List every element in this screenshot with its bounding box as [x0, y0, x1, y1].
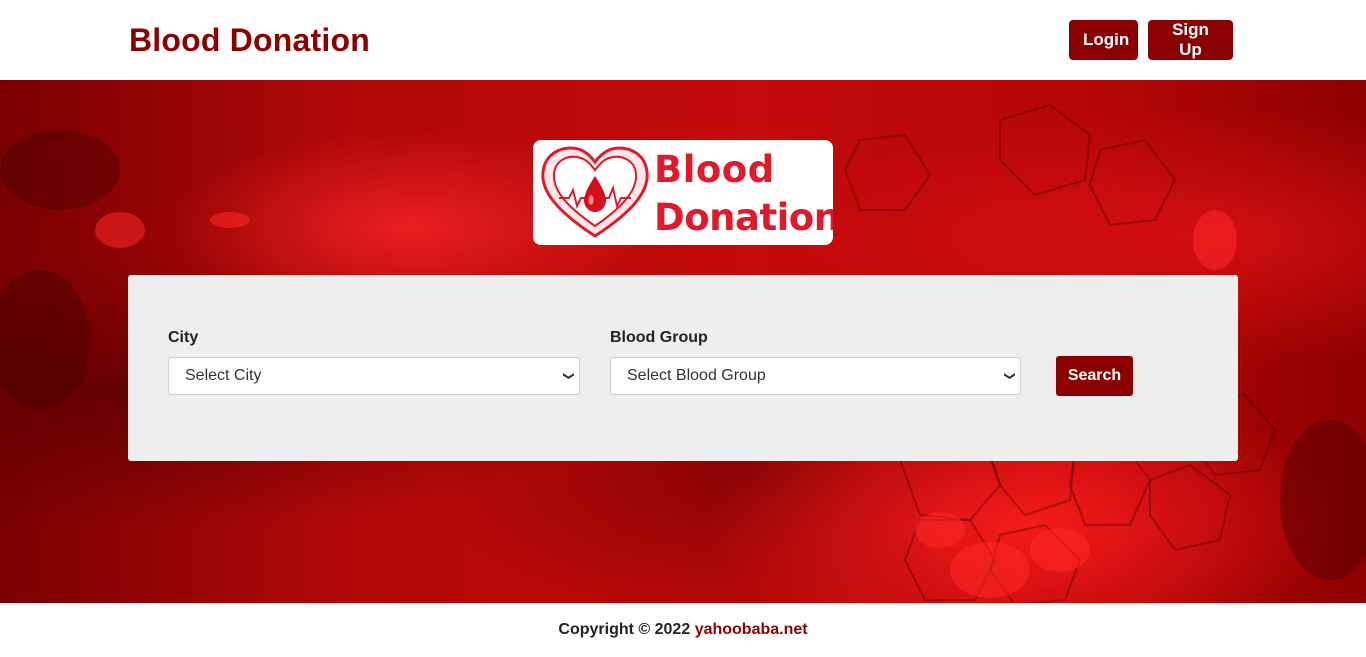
footer-link[interactable]: yahoobaba.net	[695, 621, 808, 638]
heart-blood-drop-icon	[541, 146, 649, 238]
city-select-value: Select City	[185, 367, 262, 384]
chevron-down-icon: ❯	[562, 371, 575, 381]
blood-group-label: Blood Group	[610, 329, 708, 346]
blood-group-select-value: Select Blood Group	[627, 367, 766, 384]
site-header: Blood Donation Login Sign Up	[0, 0, 1366, 80]
copyright-text: Copyright © 2022	[558, 621, 691, 638]
search-button[interactable]: Search	[1056, 356, 1133, 396]
blood-group-select[interactable]: Select Blood Group ❯	[610, 357, 1021, 395]
city-select[interactable]: Select City ❯	[168, 357, 580, 395]
hero-section: Blood Donation City Select City ❯ Blood …	[0, 80, 1366, 603]
hero-logo: Blood Donation	[533, 140, 833, 245]
chevron-down-icon: ❯	[1003, 371, 1016, 381]
logo-text-line2: Donation	[654, 196, 833, 239]
login-button[interactable]: Login	[1069, 20, 1138, 60]
site-footer: Copyright © 2022 yahoobaba.net	[0, 603, 1366, 657]
brand-title[interactable]: Blood Donation	[129, 22, 370, 59]
signup-button[interactable]: Sign Up	[1148, 20, 1233, 60]
logo-text-line1: Blood	[654, 148, 775, 191]
search-panel: City Select City ❯ Blood Group Select Bl…	[128, 275, 1238, 461]
city-label: City	[168, 329, 199, 346]
